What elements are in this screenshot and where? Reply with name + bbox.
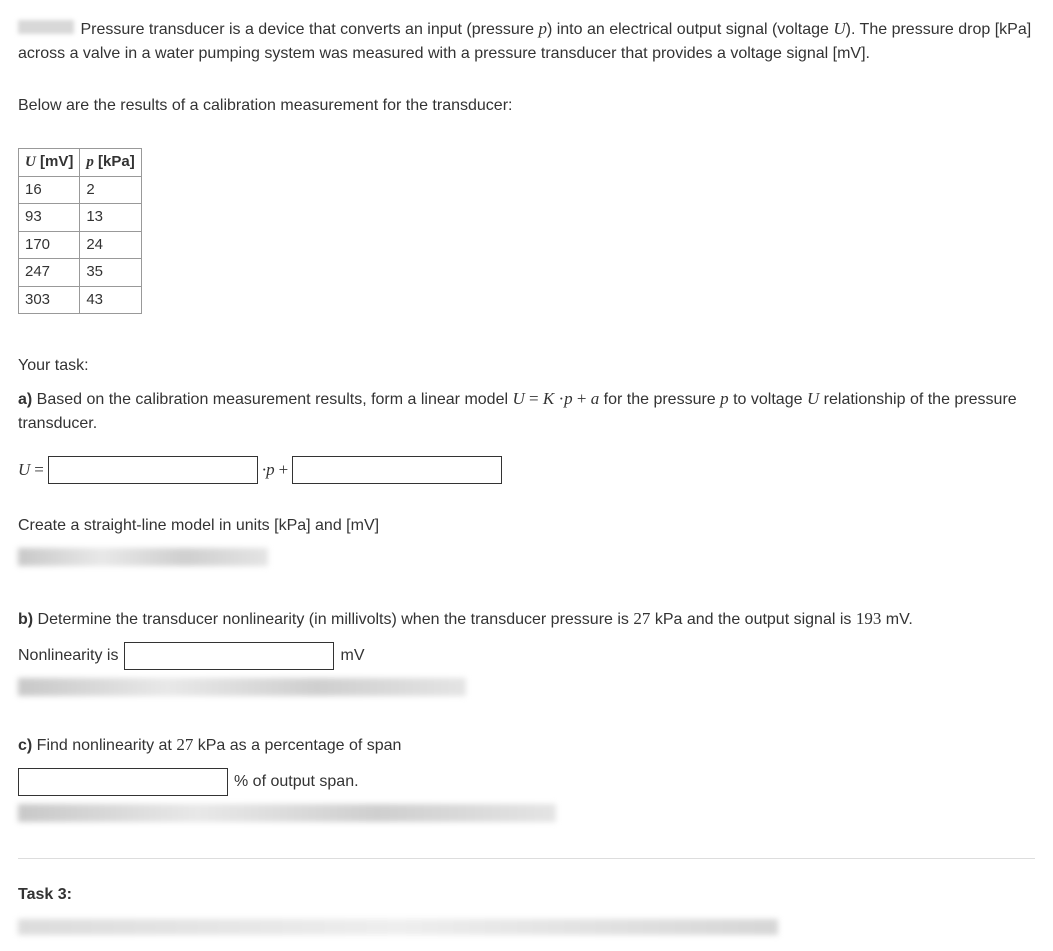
col-header-p: p [kPa] [80,149,141,177]
table-row: 162 [19,176,142,204]
part-a-label: a) [18,391,32,408]
section-divider [18,858,1035,859]
part-b: b) Determine the transducer nonlinearity… [18,606,1035,696]
eq-plus: + [279,457,289,483]
task-3-heading: Task 3: [18,883,1035,907]
part-c-label: c) [18,737,32,754]
calibration-intro: Below are the results of a calibration m… [18,94,1035,118]
nonlinearity-label: Nonlinearity is [18,644,118,668]
redacted-hint-b [18,678,466,696]
col-header-u: U [mV] [19,149,80,177]
eq-equals: = [34,457,44,483]
table-row: 30343 [19,286,142,314]
unit-mv: mV [340,644,364,668]
redacted-prefix [18,20,74,34]
intro-paragraph: Pressure transducer is a device that con… [18,16,1035,66]
percent-span-input[interactable] [18,768,228,796]
table-row: 24735 [19,259,142,287]
nonlinearity-input[interactable] [124,642,334,670]
part-a-prompt: a) Based on the calibration measurement … [18,386,1035,436]
nonlinearity-input-line: Nonlinearity is mV [18,642,1035,670]
part-b-prompt: b) Determine the transducer nonlinearity… [18,606,1035,632]
intro-text-1: Pressure transducer is a device that con… [80,21,538,38]
calibration-table: U [mV] p [kPa] 162 9313 17024 24735 3034… [18,148,142,314]
slope-input[interactable] [48,456,258,484]
redacted-hint-c [18,804,556,822]
part-a-instruction: Create a straight-line model in units [k… [18,514,1035,538]
your-task-label: Your task: [18,354,1035,378]
var-u: U [833,19,845,38]
equation-input-line: U = ·p + [18,456,1035,484]
redacted-task-3 [18,919,778,935]
intercept-input[interactable] [292,456,502,484]
part-c-prompt: c) Find nonlinearity at 27 kPa as a perc… [18,732,1035,758]
part-b-label: b) [18,611,33,628]
redacted-hint-a [18,548,268,566]
table-row: 9313 [19,204,142,232]
table-row: 17024 [19,231,142,259]
eq-u: U [18,457,30,483]
part-a: a) Based on the calibration measurement … [18,386,1035,566]
percent-input-line: % of output span. [18,768,1035,796]
part-c: c) Find nonlinearity at 27 kPa as a perc… [18,732,1035,822]
intro-text-2: ) into an electrical output signal (volt… [547,21,833,38]
unit-percent-span: % of output span. [234,770,359,794]
eq-dot-p: ·p [262,457,275,483]
var-p: p [538,19,547,38]
